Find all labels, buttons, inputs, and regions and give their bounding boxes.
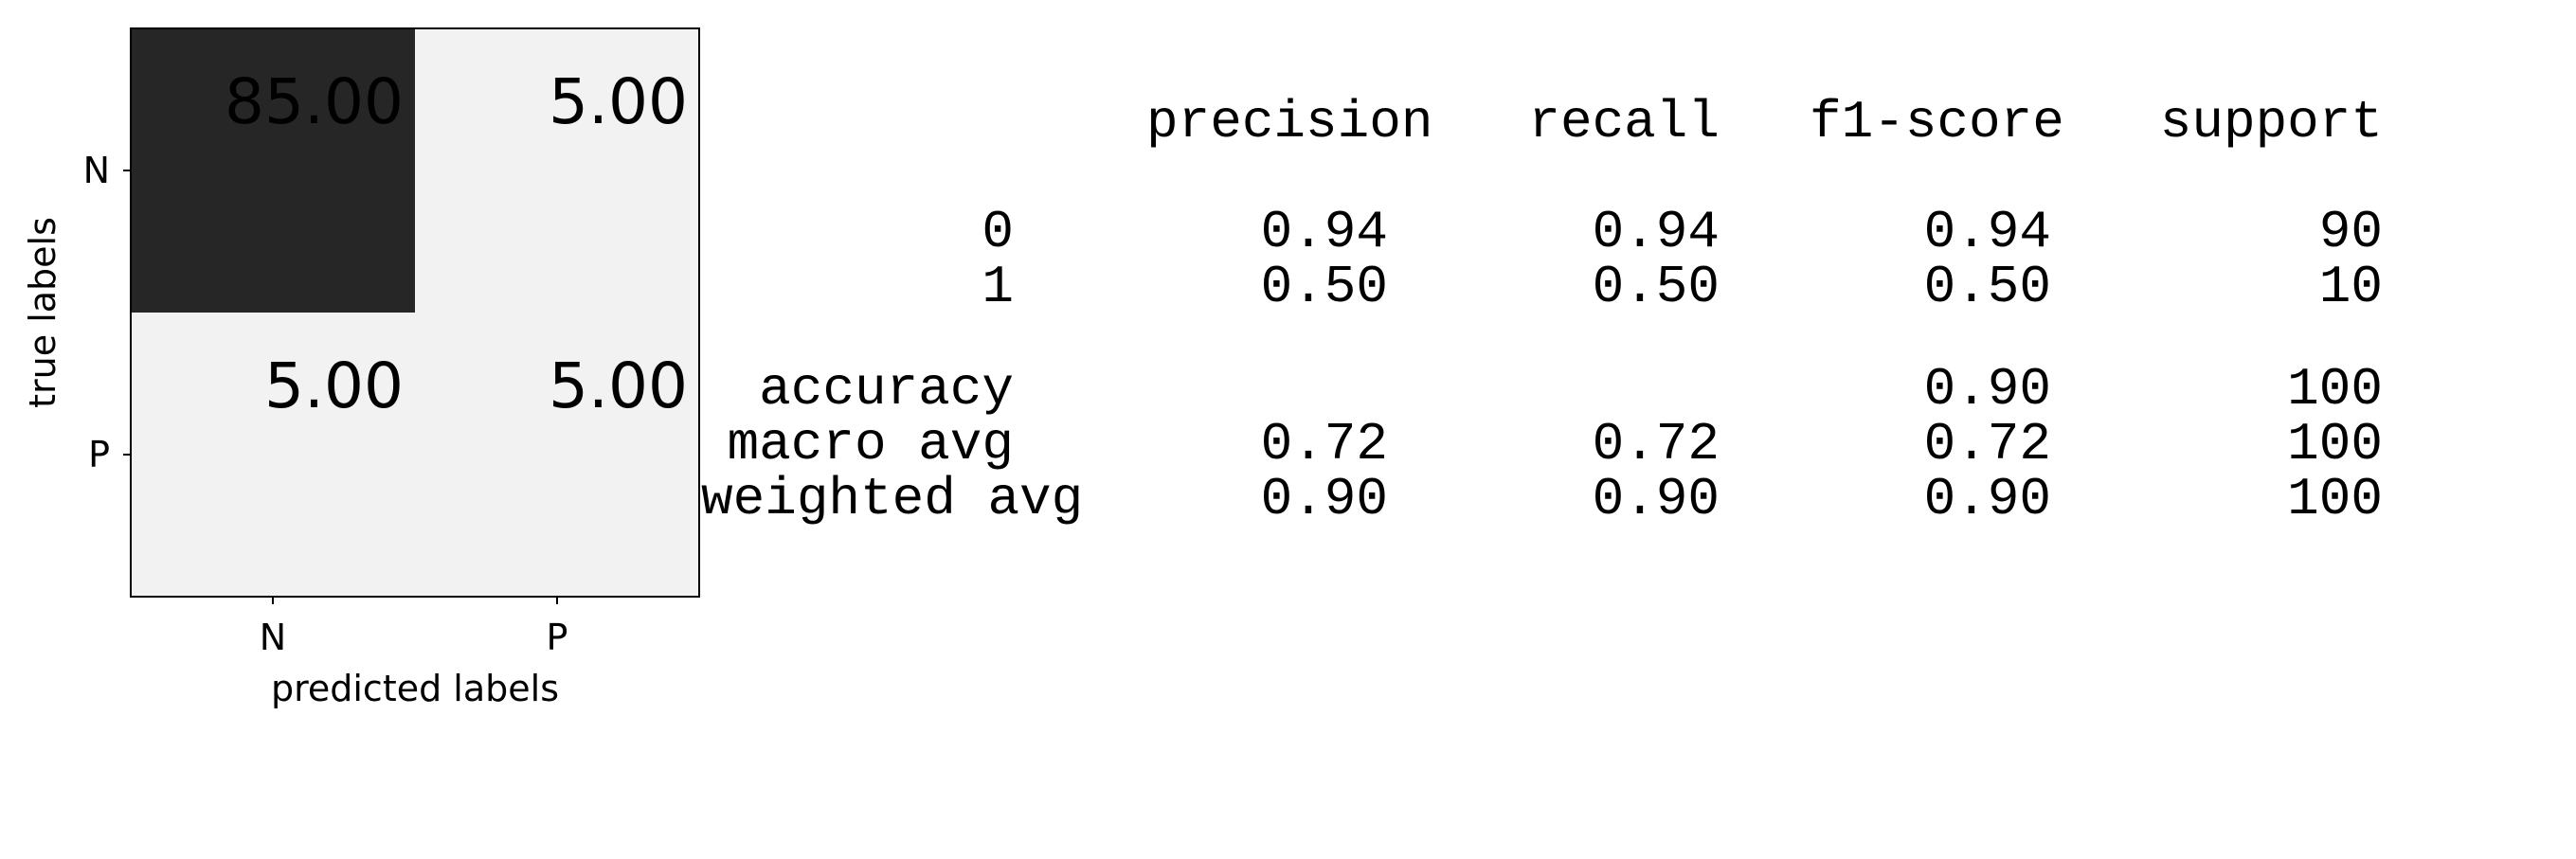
figure: 85.00 5.00 5.00 5.00 N P N Ppredicted labels tru… [0,0,2576,733]
row-recall: 0.90 [1592,469,1720,529]
report-header-row: precision recall f1-score support [777,95,2383,150]
report-row-accuracy: accuracy 0.90 100 [759,362,2383,417]
cell-value-label: 5.00 [549,65,688,138]
report-spacer [777,150,968,205]
row-recall: 0.50 [1592,257,1720,317]
row-label: 1 [982,257,1014,317]
row-precision: 0.50 [1260,257,1388,317]
row-f1: 0.50 [1923,257,2051,317]
cell-value-label: 85.00 [225,65,404,138]
row-precision: 0.90 [1260,469,1388,529]
row-precision: 0.72 [1260,414,1388,474]
row-label: 0 [982,202,1014,262]
y-tick-label: N [83,150,110,191]
classification-report: precision recall f1-score support 0 0.94… [701,95,2383,527]
row-f1: 0.94 [1923,202,2051,262]
row-f1: 0.90 [1923,359,2051,420]
row-f1: 0.72 [1923,414,2051,474]
x-tick-label: N [260,617,286,658]
row-precision: 0.94 [1260,202,1388,262]
row-support: 100 [2287,359,2383,420]
row-recall: 0.94 [1592,202,1720,262]
report-row-weighted-avg: weighted avg 0.90 0.90 0.90 100 [701,472,2383,527]
row-support: 100 [2287,469,2383,529]
header-support: support [2159,92,2383,152]
report-row-0: 0 0.94 0.94 0.94 90 [777,205,2383,259]
report-row-macro-avg: macro avg 0.72 0.72 0.72 100 [728,417,2383,472]
row-f1: 0.90 [1923,469,2051,529]
row-support: 90 [2318,202,2383,262]
y-axis-label: true labels [22,217,63,408]
x-axis-label: predicted labels [271,668,559,709]
x-tick-label: P [547,617,568,658]
header-f1-score: f1-score [1810,92,2064,152]
header-precision: precision [1146,92,1433,152]
row-label: weighted avg [701,469,1084,529]
cell-value-label: 5.00 [264,349,404,422]
row-label: accuracy [759,359,1014,420]
row-label: macro avg [727,414,1014,474]
confusion-matrix: 85.00 5.00 5.00 5.00 N P N Ppredicted labels tru… [22,27,700,709]
row-support: 10 [2318,257,2383,317]
row-support: 100 [2287,414,2383,474]
cell-value-label: 5.00 [549,349,688,422]
row-recall: 0.72 [1592,414,1720,474]
header-recall: recall [1528,92,1720,152]
report-row-1: 1 0.50 0.50 0.50 10 [777,259,2383,362]
y-tick-label: P [88,434,110,475]
